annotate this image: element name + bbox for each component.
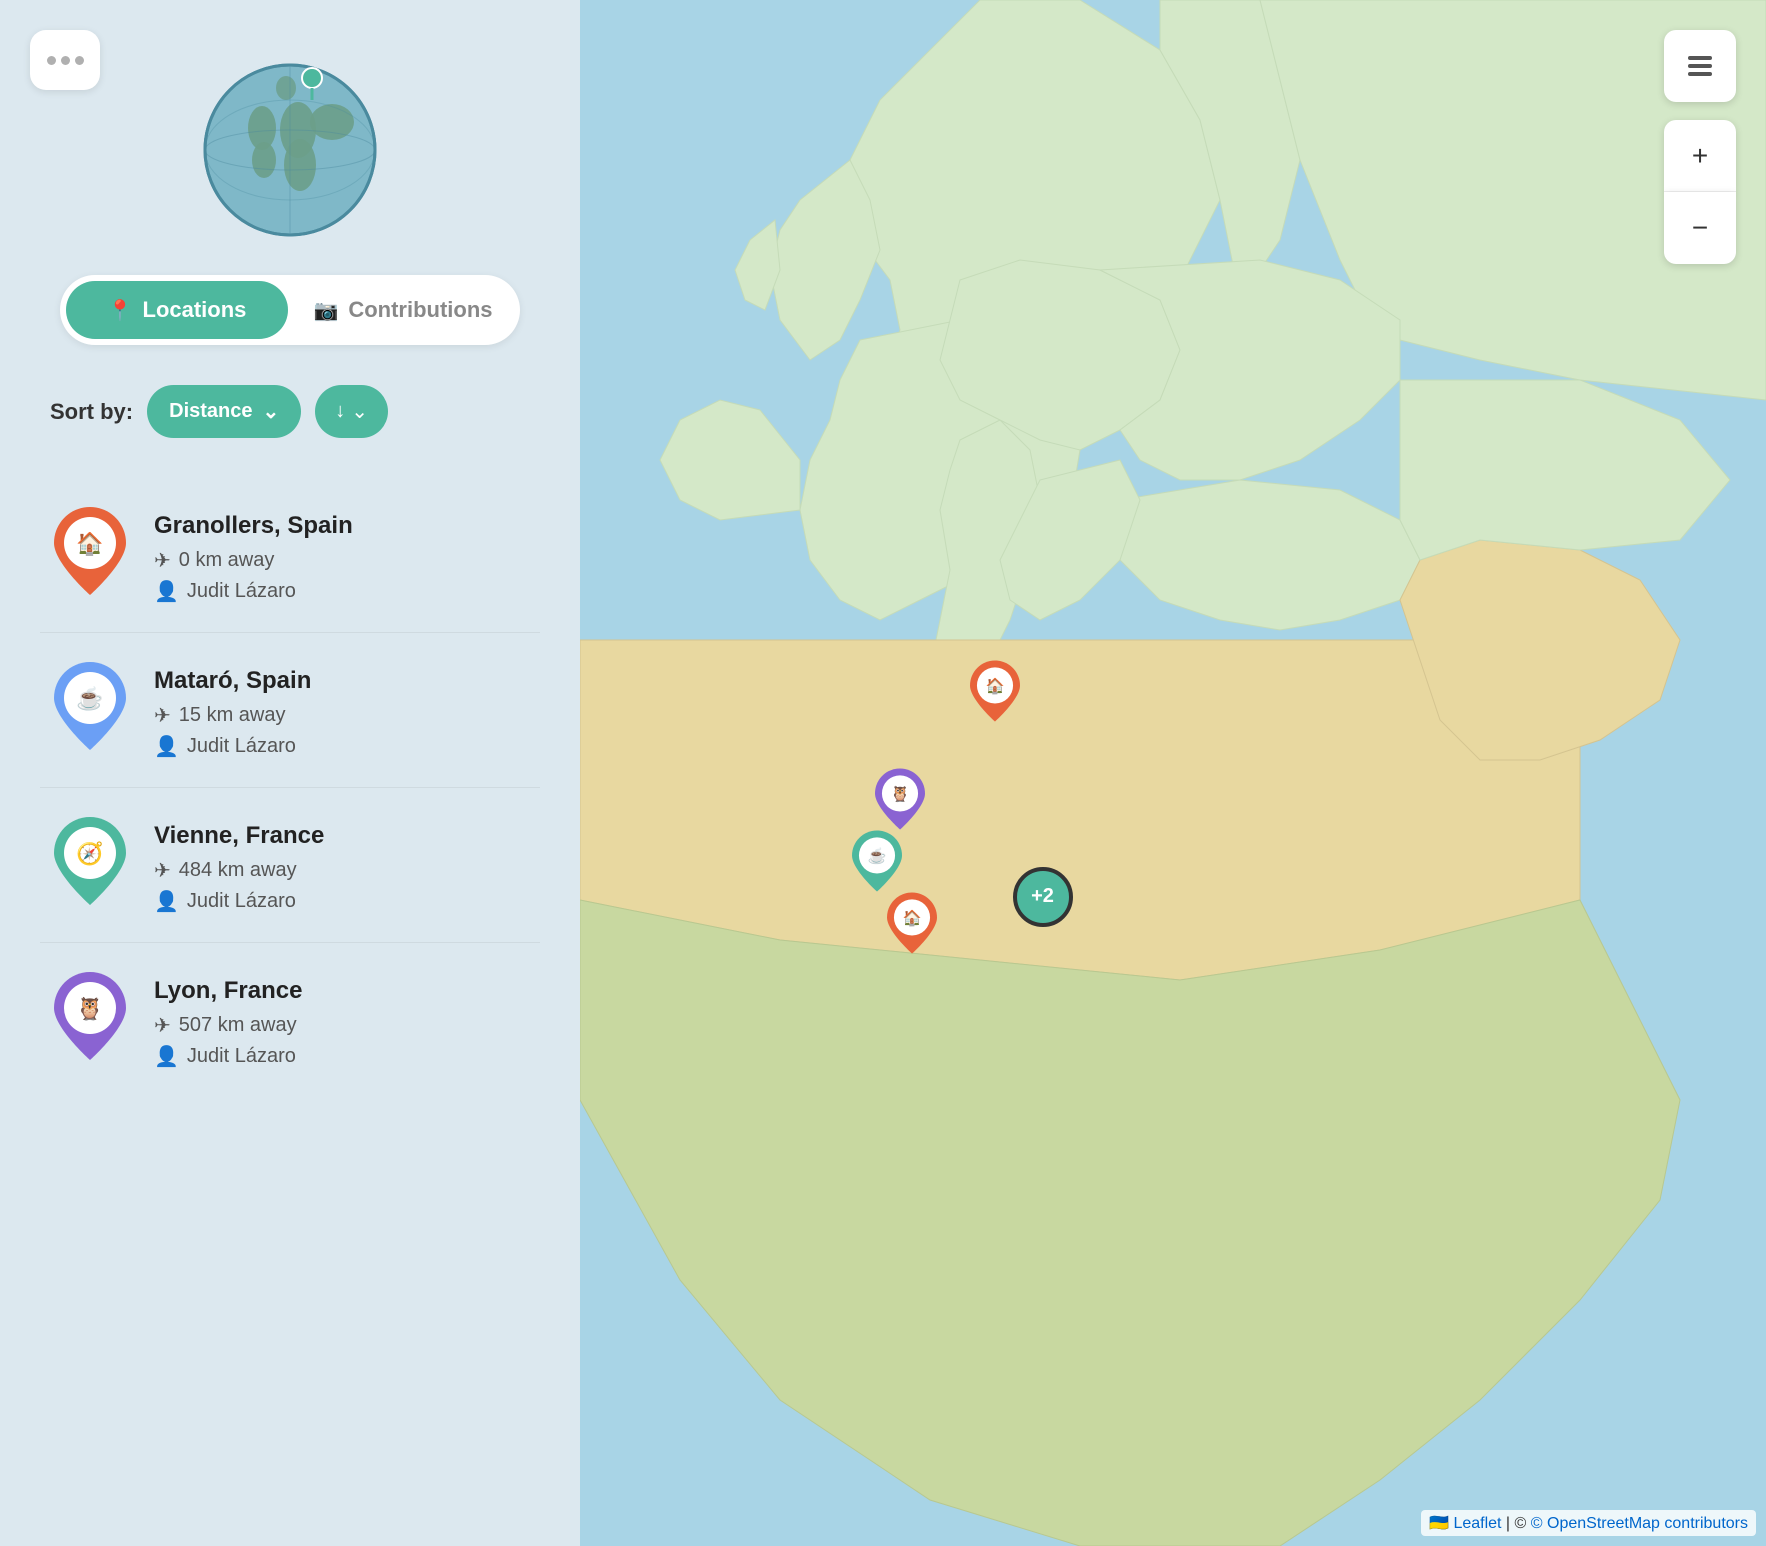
- location-name: Mataró, Spain: [154, 667, 530, 695]
- distance-text: 507 km away: [179, 1014, 297, 1037]
- svg-text:🦉: 🦉: [891, 785, 910, 803]
- map-container[interactable]: 🏠 🦉 ☕ 🏠: [580, 0, 1766, 1546]
- location-info-vienne: Vienne, France ✈ 484 km away 👤 Judit Láz…: [154, 816, 530, 914]
- pin-lyon: 🦉: [50, 971, 130, 1061]
- location-info-mataro: Mataró, Spain ✈ 15 km away 👤 Judit Lázar…: [154, 661, 530, 759]
- cluster-marker[interactable]: +2: [1013, 867, 1073, 927]
- leaflet-link[interactable]: Leaflet: [1453, 1515, 1501, 1532]
- dot-1: [47, 56, 56, 65]
- svg-text:☕: ☕: [76, 685, 103, 711]
- sort-current: Distance: [169, 400, 252, 423]
- pin-mataro: ☕: [50, 661, 130, 751]
- list-item[interactable]: 🦉 Lyon, France ✈ 507 km away 👤 Judit Láz…: [40, 943, 540, 1097]
- location-user: 👤 Judit Lázaro: [154, 579, 530, 604]
- sort-label: Sort by:: [50, 399, 133, 425]
- globe-icon: [190, 40, 390, 245]
- svg-text:☕: ☕: [867, 846, 886, 865]
- svg-text:🏠: 🏠: [76, 531, 103, 556]
- svg-text:🧭: 🧭: [76, 841, 103, 866]
- tab-contributions[interactable]: 📷 Contributions: [292, 281, 514, 339]
- tab-locations[interactable]: 📍 Locations: [66, 281, 288, 339]
- location-distance: ✈ 15 km away: [154, 703, 530, 728]
- cluster-count: +2: [1031, 885, 1054, 908]
- user-name: Judit Lázaro: [187, 890, 296, 913]
- tabs-container: 📍 Locations 📷 Contributions: [60, 275, 520, 345]
- map-background: 🏠 🦉 ☕ 🏠: [580, 0, 1766, 1546]
- user-name: Judit Lázaro: [187, 580, 296, 603]
- tab-contributions-label: Contributions: [348, 297, 492, 323]
- user-icon: 👤: [154, 579, 179, 604]
- tab-locations-label: Locations: [143, 297, 247, 323]
- zoom-controls: + −: [1664, 120, 1736, 264]
- pin-vienne: 🧭: [50, 816, 130, 906]
- distance-icon: ✈: [154, 858, 171, 883]
- menu-button[interactable]: [30, 30, 100, 90]
- location-user: 👤 Judit Lázaro: [154, 889, 530, 914]
- distance-text: 15 km away: [179, 704, 286, 727]
- map-attribution: 🇺🇦 Leaflet | © © OpenStreetMap contribut…: [1421, 1510, 1756, 1536]
- layers-icon: [1684, 50, 1716, 82]
- location-distance: ✈ 507 km away: [154, 1013, 530, 1038]
- distance-text: 484 km away: [179, 859, 297, 882]
- location-user: 👤 Judit Lázaro: [154, 734, 530, 759]
- location-list: 🏠 Granollers, Spain ✈ 0 km away 👤 Judit …: [40, 478, 540, 1516]
- sort-direction-icon: ↓: [335, 400, 345, 423]
- left-panel: 📍 Locations 📷 Contributions Sort by: Dis…: [0, 0, 580, 1546]
- map-layers-button[interactable]: [1664, 30, 1736, 102]
- dot-2: [61, 56, 70, 65]
- locations-icon: 📍: [108, 298, 133, 323]
- svg-text:🦉: 🦉: [76, 996, 103, 1021]
- list-item[interactable]: 🏠 Granollers, Spain ✈ 0 km away 👤 Judit …: [40, 478, 540, 633]
- list-item[interactable]: ☕ Mataró, Spain ✈ 15 km away 👤 Judit Láz…: [40, 633, 540, 788]
- location-distance: ✈ 0 km away: [154, 548, 530, 573]
- user-name: Judit Lázaro: [187, 1045, 296, 1068]
- sort-chevron-icon: ⌄: [263, 399, 280, 424]
- location-name: Lyon, France: [154, 977, 530, 1005]
- map-marker-mataro[interactable]: ☕: [852, 830, 902, 897]
- osm-link[interactable]: © OpenStreetMap contributors: [1531, 1515, 1748, 1532]
- distance-icon: ✈: [154, 548, 171, 573]
- zoom-in-button[interactable]: +: [1664, 120, 1736, 192]
- distance-icon: ✈: [154, 1013, 171, 1038]
- location-name: Vienne, France: [154, 822, 530, 850]
- user-icon: 👤: [154, 889, 179, 914]
- map-marker-granollers[interactable]: 🏠: [887, 892, 937, 959]
- sort-dropdown[interactable]: Distance ⌄: [147, 385, 301, 438]
- sort-direction-button[interactable]: ↓ ⌄: [315, 385, 388, 438]
- svg-text:🏠: 🏠: [903, 909, 922, 927]
- location-user: 👤 Judit Lázaro: [154, 1044, 530, 1069]
- sort-row: Sort by: Distance ⌄ ↓ ⌄: [40, 385, 388, 438]
- user-name: Judit Lázaro: [187, 735, 296, 758]
- location-distance: ✈ 484 km away: [154, 858, 530, 883]
- zoom-out-button[interactable]: −: [1664, 192, 1736, 264]
- user-icon: 👤: [154, 1044, 179, 1069]
- location-info-granollers: Granollers, Spain ✈ 0 km away 👤 Judit Lá…: [154, 506, 530, 604]
- location-name: Granollers, Spain: [154, 512, 530, 540]
- map-marker-vienne[interactable]: 🏠: [970, 660, 1020, 727]
- contributions-icon: 📷: [313, 298, 338, 323]
- location-info-lyon: Lyon, France ✈ 507 km away 👤 Judit Lázar…: [154, 971, 530, 1069]
- list-item[interactable]: 🧭 Vienne, France ✈ 484 km away 👤 Judit L…: [40, 788, 540, 943]
- dot-3: [75, 56, 84, 65]
- user-icon: 👤: [154, 734, 179, 759]
- svg-text:🏠: 🏠: [986, 677, 1005, 695]
- distance-icon: ✈: [154, 703, 171, 728]
- sort-dir-chevron-icon: ⌄: [351, 399, 368, 424]
- map-marker-lyon[interactable]: 🦉: [875, 768, 925, 835]
- distance-text: 0 km away: [179, 549, 275, 572]
- pin-granollers: 🏠: [50, 506, 130, 596]
